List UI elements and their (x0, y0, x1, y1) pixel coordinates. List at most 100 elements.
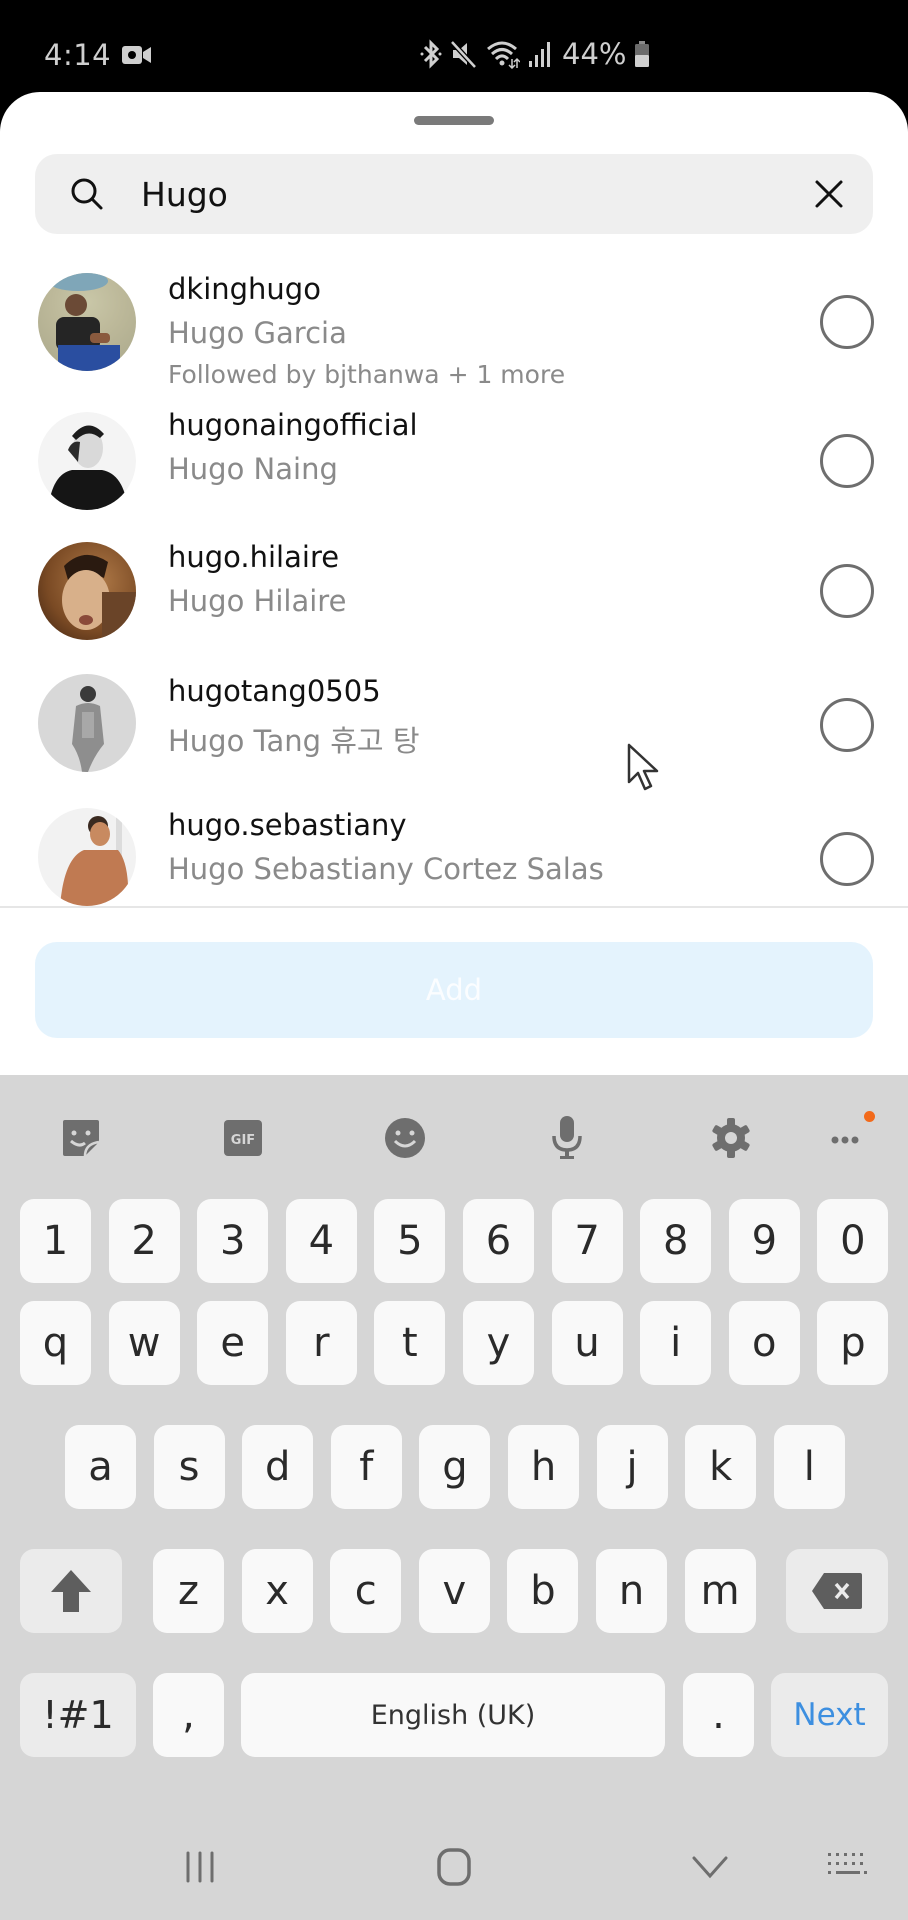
key-t[interactable]: t (374, 1301, 446, 1385)
shift-key[interactable] (20, 1549, 122, 1633)
key-i[interactable]: i (640, 1301, 712, 1385)
list-item[interactable]: hugonaingofficial Hugo Naing (0, 396, 908, 530)
emoji-icon[interactable] (380, 1113, 430, 1163)
keyboard-toolbar: GIF (0, 1075, 908, 1205)
avatar[interactable] (38, 674, 136, 772)
full-name: Hugo Sebastiany Cortez Salas (168, 852, 604, 886)
key-z[interactable]: z (153, 1549, 224, 1633)
key-v[interactable]: v (418, 1549, 490, 1633)
battery-percent: 44% (562, 37, 627, 71)
search-icon (71, 178, 103, 210)
next-key[interactable]: Next (771, 1673, 888, 1757)
key-y[interactable]: y (463, 1301, 534, 1385)
space-key[interactable]: English (UK) (241, 1673, 665, 1757)
key-d[interactable]: d (242, 1425, 314, 1509)
avatar[interactable] (38, 542, 136, 640)
video-recording-icon (122, 46, 151, 64)
key-b[interactable]: b (507, 1549, 579, 1633)
key-4[interactable]: 4 (285, 1199, 357, 1283)
key-s[interactable]: s (153, 1425, 225, 1509)
status-bar: 4:14 44% (0, 0, 908, 92)
key-1[interactable]: 1 (20, 1199, 91, 1283)
key-e[interactable]: e (197, 1301, 269, 1385)
username: dkinghugo (168, 272, 321, 306)
backspace-icon (812, 1573, 862, 1609)
backspace-key[interactable] (786, 1549, 888, 1633)
avatar[interactable] (38, 412, 136, 510)
key-0[interactable]: 0 (817, 1199, 889, 1283)
list-item[interactable]: dkinghugo Hugo Garcia Followed by bjthan… (0, 260, 908, 396)
search-input[interactable] (141, 168, 791, 220)
full-name: Hugo Hilaire (168, 584, 347, 618)
avatar-photo (38, 412, 136, 510)
key-n[interactable]: n (596, 1549, 667, 1633)
settings-gear-icon[interactable] (706, 1113, 756, 1163)
key-5[interactable]: 5 (374, 1199, 446, 1283)
key-8[interactable]: 8 (640, 1199, 712, 1283)
username: hugotang0505 (168, 674, 381, 708)
avatar-photo (62, 554, 136, 640)
username: hugo.hilaire (168, 540, 340, 574)
key-h[interactable]: h (508, 1425, 579, 1509)
full-name: Hugo Garcia (168, 316, 347, 350)
keyboard-switch-icon[interactable] (826, 1850, 870, 1884)
full-name: Hugo Naing (168, 452, 338, 486)
key-f[interactable]: f (330, 1425, 402, 1509)
drag-handle[interactable] (414, 116, 494, 125)
key-p[interactable]: p (817, 1301, 889, 1385)
select-radio[interactable] (820, 832, 874, 886)
more-options-icon[interactable] (822, 1111, 875, 1163)
username: hugonaingofficial (168, 408, 418, 442)
select-radio[interactable] (820, 434, 874, 488)
key-m[interactable]: m (684, 1549, 756, 1633)
key-k[interactable]: k (685, 1425, 757, 1509)
key-a[interactable]: a (65, 1425, 136, 1509)
keyboard: GIF 1 2 3 4 5 6 7 8 9 0 q w e r t y u i … (0, 1075, 908, 1920)
symbols-key[interactable]: !#1 (20, 1673, 136, 1757)
list-item[interactable]: hugo.hilaire Hugo Hilaire (0, 530, 908, 664)
hide-keyboard-icon[interactable] (690, 1852, 730, 1882)
key-j[interactable]: j (596, 1425, 668, 1509)
full-name: Hugo Tang 휴고 탕 (168, 724, 420, 758)
key-2[interactable]: 2 (108, 1199, 180, 1283)
key-r[interactable]: r (285, 1301, 357, 1385)
key-l[interactable]: l (773, 1425, 845, 1509)
key-3[interactable]: 3 (197, 1199, 269, 1283)
gif-icon[interactable]: GIF (218, 1113, 268, 1163)
key-w[interactable]: w (108, 1301, 180, 1385)
period-key[interactable]: . (683, 1673, 754, 1757)
sticker-icon[interactable] (56, 1113, 106, 1163)
search-bar (35, 154, 873, 234)
select-radio[interactable] (820, 564, 874, 618)
select-radio[interactable] (820, 295, 874, 349)
search-results-list[interactable]: dkinghugo Hugo Garcia Followed by bjthan… (0, 260, 908, 907)
comma-key[interactable]: , (153, 1673, 224, 1757)
key-o[interactable]: o (728, 1301, 800, 1385)
key-q[interactable]: q (20, 1301, 91, 1385)
status-icons: 44% (420, 36, 650, 72)
key-9[interactable]: 9 (728, 1199, 800, 1283)
key-g[interactable]: g (419, 1425, 491, 1509)
signal-icon (529, 42, 550, 67)
select-radio[interactable] (820, 698, 874, 752)
divider (0, 906, 908, 908)
key-6[interactable]: 6 (463, 1199, 534, 1283)
list-item[interactable]: hugotang0505 Hugo Tang 휴고 탕 (0, 664, 908, 798)
avatar[interactable] (38, 808, 136, 906)
key-x[interactable]: x (241, 1549, 313, 1633)
username: hugo.sebastiany (168, 808, 407, 842)
add-button[interactable]: Add (35, 942, 873, 1038)
shift-arrow-icon (51, 1570, 91, 1612)
key-u[interactable]: u (551, 1301, 623, 1385)
avatar[interactable] (38, 273, 136, 371)
key-c[interactable]: c (330, 1549, 402, 1633)
list-item[interactable]: hugo.sebastiany Hugo Sebastiany Cortez S… (0, 798, 908, 907)
close-icon[interactable] (809, 174, 849, 214)
avatar-photo (60, 816, 129, 906)
status-time: 4:14 (44, 38, 112, 72)
microphone-icon[interactable] (542, 1113, 592, 1163)
home-icon[interactable] (434, 1847, 474, 1887)
followed-by: Followed by bjthanwa + 1 more (168, 360, 566, 389)
key-7[interactable]: 7 (551, 1199, 623, 1283)
recent-apps-icon[interactable] (182, 1849, 218, 1885)
